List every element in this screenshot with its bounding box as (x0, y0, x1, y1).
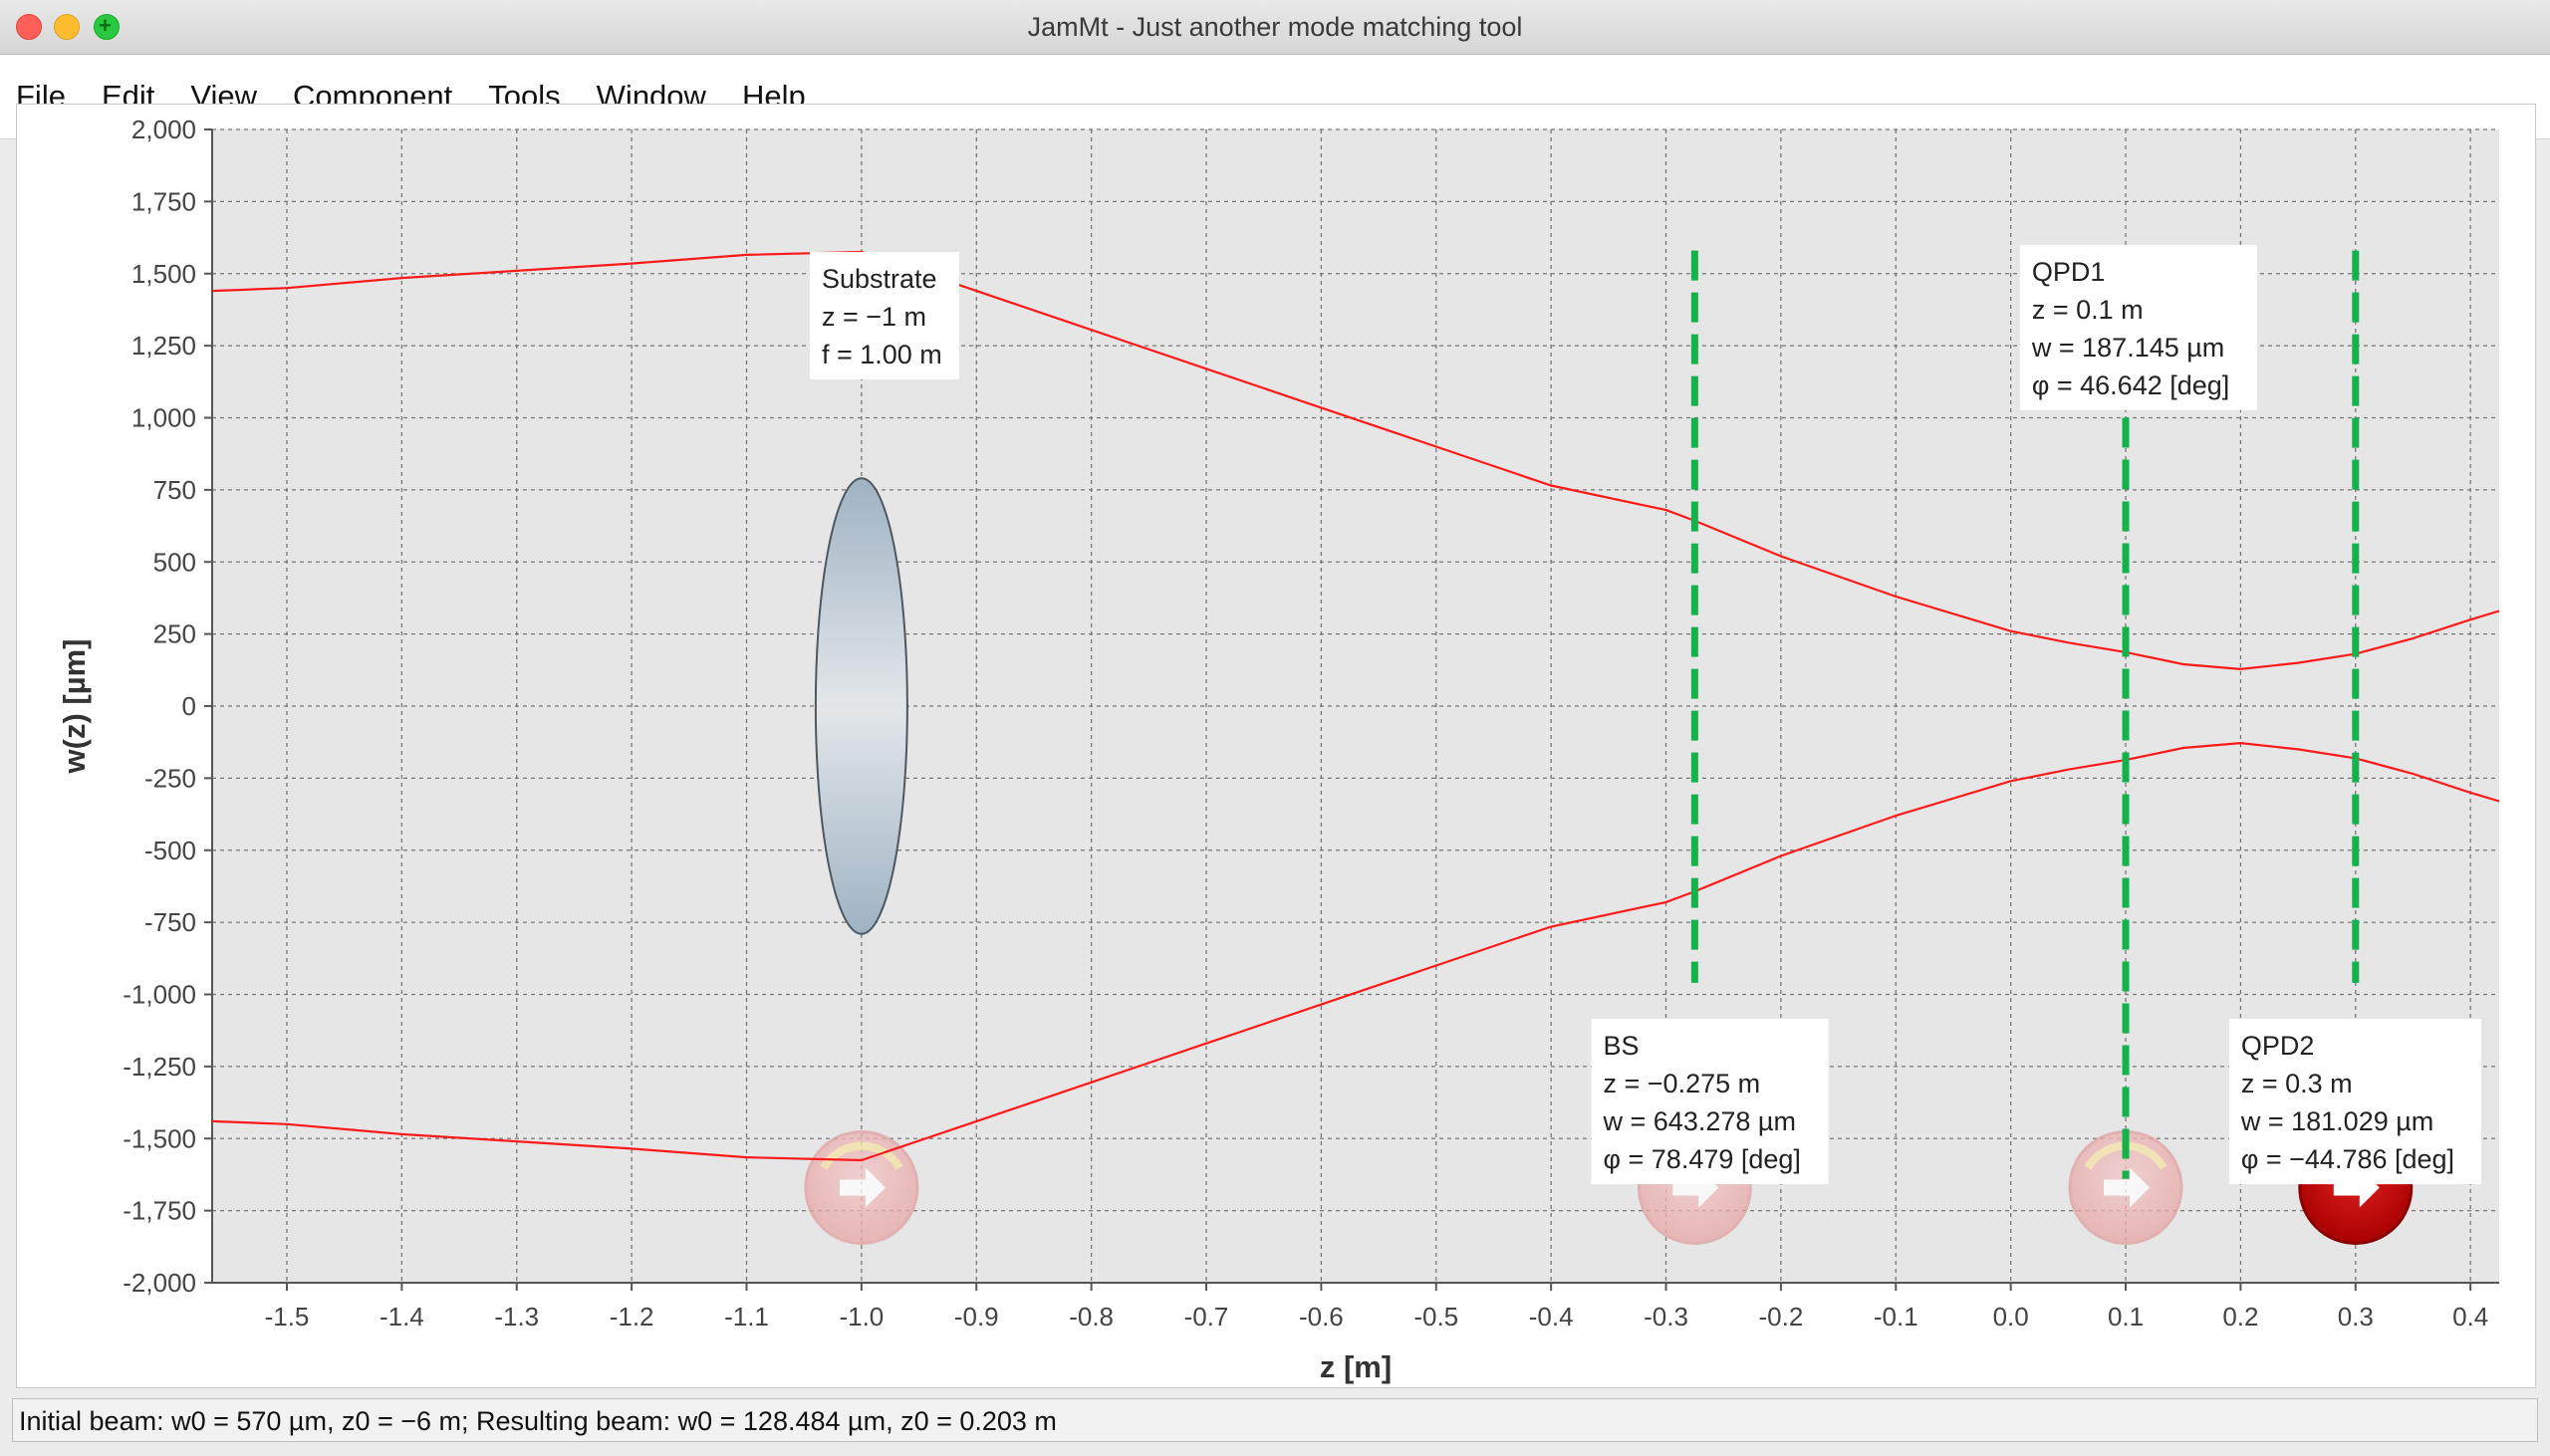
bs-label[interactable]: BS z = −0.275 m w = 643.278 µm φ = 78.479 [… (1591, 1019, 1829, 1185)
lens-component-icon[interactable] (804, 1129, 919, 1245)
qpd1-label-line: w = 187.145 µm (2031, 333, 2224, 363)
y-tick-label: -750 (144, 907, 196, 937)
y-tick-label: 0 (182, 691, 196, 721)
x-tick-label: -0.7 (1184, 1302, 1229, 1332)
x-tick-label: 0.1 (2108, 1302, 2144, 1332)
lens-shape[interactable] (814, 477, 908, 935)
bs-label-line: BS (1604, 1031, 1640, 1061)
x-tick-label: -1.4 (380, 1302, 424, 1332)
y-tick-label: 1,750 (131, 186, 196, 216)
x-tick-label: -1.5 (265, 1302, 310, 1332)
qpd1-label-line: QPD1 (2032, 257, 2106, 287)
y-tick-label: 1,000 (131, 403, 196, 433)
y-axis-label: w(z) [µm] (57, 639, 92, 775)
x-tick-label: 0.0 (1993, 1302, 2029, 1332)
y-tick-label: -1,250 (123, 1052, 196, 1082)
substrate-label[interactable]: Substrate z = −1 m f = 1.00 m (809, 252, 959, 380)
x-tick-label: 0.2 (2222, 1302, 2258, 1332)
qpd2-label-line: w = 181.029 µm (2240, 1106, 2433, 1136)
qpd1-label[interactable]: QPD1 z = 0.1 m w = 187.145 µm φ = 46.642 [d… (2019, 244, 2257, 410)
x-tick-label: -1.0 (839, 1302, 884, 1332)
bs-label-line: φ = 78.479 [deg] (1604, 1144, 1801, 1174)
qpd2-label-line: z = 0.3 m (2241, 1069, 2353, 1098)
y-tick-label: 750 (153, 475, 196, 505)
x-tick-label: 0.4 (2452, 1302, 2488, 1332)
substrate-label-line: f = 1.00 m (822, 340, 942, 369)
x-tick-label: -0.9 (954, 1302, 999, 1332)
qpd2-label-line: φ = −44.786 [deg] (2241, 1144, 2454, 1174)
chart-panel: -1.5 -1.4 -1.3 -1.2 -1.1 -1.0 -0.9 -0.8 -0.7 -0.6… (16, 104, 2536, 1388)
y-tick-label: 250 (153, 619, 196, 649)
bs-label-line: z = −0.275 m (1604, 1069, 1761, 1098)
x-tick-label: -0.3 (1644, 1302, 1688, 1332)
y-tick-label: -250 (144, 763, 196, 793)
x-tick-label: -1.2 (610, 1302, 654, 1332)
y-tick-label: 500 (153, 547, 196, 577)
title-bar: + JamMt - Just another mode matching too… (0, 0, 2550, 55)
y-tick-label: 1,500 (131, 259, 196, 289)
y-tick-label: 1,250 (131, 331, 196, 361)
status-bar: Initial beam: w0 = 570 µm, z0 = −6 m; Re… (12, 1398, 2538, 1442)
beam-chart[interactable]: -1.5 -1.4 -1.3 -1.2 -1.1 -1.0 -0.9 -0.8 -0.7 -0.6… (17, 105, 2535, 1387)
y-tick-label: -500 (144, 836, 196, 865)
x-tick-label: -0.5 (1413, 1302, 1458, 1332)
x-tick-label: 0.3 (2338, 1302, 2374, 1332)
qpd2-label[interactable]: QPD2 z = 0.3 m w = 181.029 µm φ = −44.786 [… (2228, 1019, 2481, 1185)
qpd1-label-line: φ = 46.642 [deg] (2032, 370, 2229, 400)
x-axis-label: z [m] (1320, 1349, 1392, 1384)
qpd1-label-line: z = 0.1 m (2032, 295, 2144, 325)
x-tick-label: -0.8 (1069, 1302, 1114, 1332)
y-tick-label: 2,000 (131, 115, 196, 144)
substrate-label-line: Substrate (822, 264, 937, 294)
x-tick-label: -0.6 (1299, 1302, 1344, 1332)
y-tick-label: -1,750 (123, 1196, 196, 1226)
x-tick-label: -1.3 (494, 1302, 539, 1332)
qpd2-label-line: QPD2 (2241, 1031, 2315, 1061)
y-tick-label: -1,500 (123, 1123, 196, 1153)
y-tick-label: -1,000 (123, 980, 196, 1010)
x-tick-label: -0.2 (1758, 1302, 1803, 1332)
x-tick-label: -1.1 (724, 1302, 769, 1332)
x-tick-label: -0.4 (1529, 1302, 1574, 1332)
y-tick-label: -2,000 (123, 1268, 196, 1298)
x-tick-label: -0.1 (1874, 1302, 1918, 1332)
window-title: JamMt - Just another mode matching tool (1027, 12, 1523, 42)
bs-label-line: w = 643.278 µm (1603, 1106, 1796, 1136)
substrate-label-line: z = −1 m (822, 302, 926, 332)
